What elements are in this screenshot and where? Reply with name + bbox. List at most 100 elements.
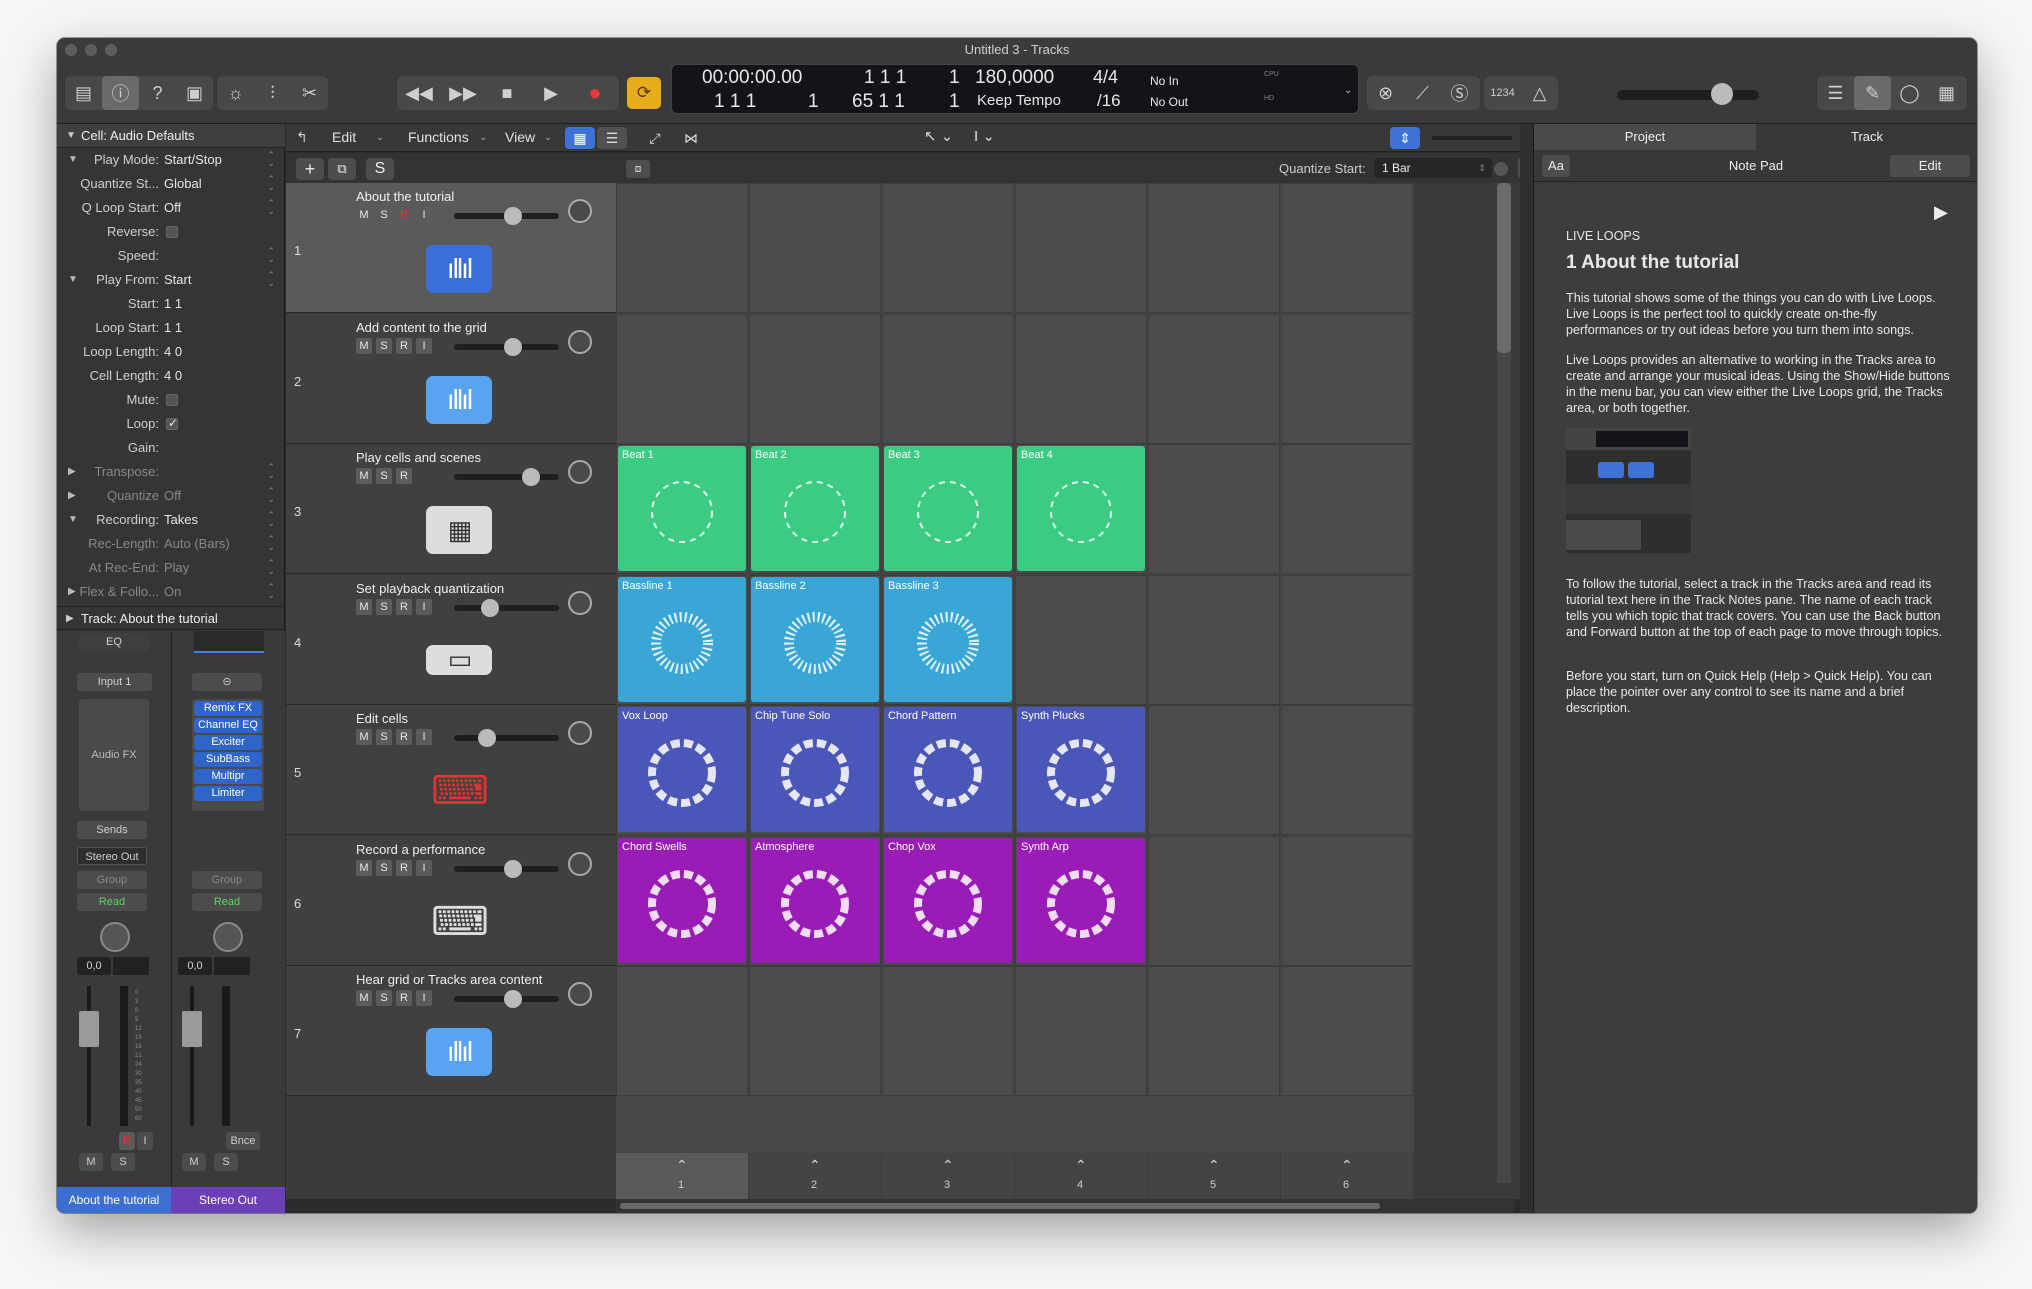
loop-cell[interactable]: Beat 3 xyxy=(884,446,1012,571)
low-latency-icon[interactable]: ⊗ xyxy=(1367,76,1404,110)
track-header[interactable]: 7 Hear grid or Tracks area content M S R Iıll… xyxy=(286,966,616,1096)
param-value[interactable]: 1 1 xyxy=(164,320,182,335)
back-icon[interactable]: ↰ xyxy=(296,129,308,146)
record-button[interactable]: R xyxy=(396,729,412,745)
plugin-slot[interactable]: SubBass xyxy=(194,752,262,767)
param-checkbox[interactable] xyxy=(166,394,178,406)
track-name[interactable]: Hear grid or Tracks area content xyxy=(356,972,542,987)
mute-button[interactable]: M xyxy=(182,1153,206,1171)
bounce-button[interactable]: Bnce xyxy=(226,1132,260,1150)
play-icon[interactable]: ▶ xyxy=(529,76,573,110)
scene-trigger[interactable]: ⌃ 6 xyxy=(1281,1153,1414,1199)
pan-knob[interactable] xyxy=(100,922,130,952)
solo-button[interactable]: S xyxy=(376,729,392,745)
input-monitor-button[interactable]: I xyxy=(416,598,432,615)
grid-slot[interactable] xyxy=(1015,313,1147,444)
mute-button[interactable]: M xyxy=(356,207,372,223)
view-menu[interactable]: View xyxy=(505,129,535,145)
solo-button[interactable]: S xyxy=(111,1153,135,1171)
inspector-row[interactable]: Gain: xyxy=(57,436,285,460)
loop-cell[interactable]: Atmosphere xyxy=(751,837,879,963)
param-value[interactable]: On xyxy=(164,584,181,599)
loop-cell[interactable]: Bassline 1 xyxy=(618,576,746,702)
param-value[interactable]: 4 0 xyxy=(164,344,182,359)
plugin-slot[interactable]: Exciter xyxy=(194,735,262,750)
volume-slider[interactable] xyxy=(454,598,559,617)
grid-slot[interactable] xyxy=(1281,313,1413,444)
forward-icon[interactable]: ▶▶ xyxy=(441,76,485,110)
grid-slot[interactable] xyxy=(1281,966,1413,1096)
grid-slot[interactable] xyxy=(1015,574,1147,705)
plugin-slot[interactable]: Channel EQ xyxy=(194,718,262,733)
grid-slot[interactable] xyxy=(1148,444,1280,574)
param-value[interactable]: Start xyxy=(164,272,191,287)
grid-slot[interactable] xyxy=(1281,444,1413,574)
track-header[interactable]: 4 Set playback quantization M S R I ▭ xyxy=(286,574,616,705)
pan-knob[interactable] xyxy=(568,329,592,354)
input-monitor-button[interactable]: I xyxy=(416,990,432,1006)
inspector-row[interactable]: Cell Length: 4 0 xyxy=(57,364,285,388)
rewind-icon[interactable]: ◀◀ xyxy=(397,76,441,110)
mixer-icon[interactable]: ⫶ xyxy=(254,76,291,110)
mute-button[interactable]: M xyxy=(79,1153,103,1171)
group-slot[interactable]: Group xyxy=(77,871,147,889)
param-value[interactable]: Off xyxy=(164,200,181,215)
duplicate-track-icon[interactable]: ⧉ xyxy=(328,158,356,180)
solo-mode-icon[interactable]: Ⓢ xyxy=(1441,76,1478,110)
input-monitor-button[interactable]: I xyxy=(416,337,432,354)
inspector-row[interactable]: Start: 1 1 xyxy=(57,292,285,316)
record-button[interactable]: R xyxy=(396,207,412,223)
param-value[interactable]: Auto (Bars) xyxy=(164,536,230,551)
automation-icon[interactable]: ⤢ xyxy=(640,127,670,149)
browser-icon[interactable]: ▦ xyxy=(1928,76,1965,110)
inspector-row[interactable]: ▼ Play From: Start ⌃ ⌄ xyxy=(57,268,285,292)
cycle-icon[interactable]: ⟳ xyxy=(627,77,661,109)
loop-cell[interactable]: Bassline 2 xyxy=(751,576,879,702)
library-icon[interactable]: ▤ xyxy=(65,76,102,110)
volume-slider[interactable] xyxy=(454,207,559,225)
editors-icon[interactable]: ✂ xyxy=(291,76,328,110)
automation-mode[interactable]: Read xyxy=(77,893,147,911)
grid-slot[interactable] xyxy=(616,183,748,313)
track-name[interactable]: Play cells and scenes xyxy=(356,450,481,465)
grid-slot[interactable] xyxy=(1281,835,1413,966)
edit-menu[interactable]: Edit xyxy=(332,129,356,145)
pane-divider[interactable] xyxy=(1520,124,1533,1213)
inspector-row[interactable]: ▶ Transpose: ⌃ ⌄ xyxy=(57,460,285,484)
pan-knob[interactable] xyxy=(568,590,592,615)
param-value[interactable]: Start/Stop xyxy=(164,152,222,167)
grid-slot[interactable] xyxy=(1015,966,1147,1096)
inspector-row[interactable]: Loop Length: 4 0 xyxy=(57,340,285,364)
param-value[interactable]: Play xyxy=(164,560,189,575)
mute-button[interactable]: M xyxy=(356,468,372,484)
inspector-icon[interactable]: ⓘ xyxy=(102,76,139,110)
loop-cell[interactable]: Beat 2 xyxy=(751,446,879,571)
input-slot[interactable]: Input 1 xyxy=(77,673,152,691)
param-value[interactable]: Takes xyxy=(164,512,198,527)
group-slot[interactable]: Group xyxy=(192,871,262,889)
grid-slot[interactable] xyxy=(616,966,748,1096)
scene-trigger-icon[interactable]: ⧈ xyxy=(626,160,650,178)
grid-slot[interactable] xyxy=(616,313,748,444)
output-slot[interactable]: Stereo Out xyxy=(77,847,147,865)
grid-slot[interactable] xyxy=(749,313,881,444)
pointer-tool-icon[interactable]: ↖ ⌄ xyxy=(924,127,964,149)
tuner-icon[interactable]: ⟋ xyxy=(1404,76,1441,110)
master-volume-knob[interactable] xyxy=(1711,83,1733,105)
input-monitor-button[interactable]: I xyxy=(416,207,432,223)
horizontal-scroll-thumb[interactable] xyxy=(620,1203,1380,1209)
track-name[interactable]: Record a performance xyxy=(356,842,485,857)
record-button[interactable]: R xyxy=(396,598,412,615)
automation-mode[interactable]: Read xyxy=(192,893,262,911)
record-button[interactable]: R xyxy=(396,859,412,876)
strip-name-output[interactable]: Stereo Out xyxy=(171,1187,285,1213)
volume-slider[interactable] xyxy=(454,337,559,356)
track-header[interactable]: 5 Edit cells M S R I ⌨ xyxy=(286,705,616,835)
loop-cell[interactable]: Chord Swells xyxy=(618,837,746,963)
global-solo-button[interactable]: S xyxy=(366,158,394,180)
inspector-row[interactable]: Q Loop Start: Off ⌃ ⌄ xyxy=(57,196,285,220)
loop-cell[interactable]: Synth Plucks xyxy=(1017,707,1145,832)
text-tool-icon[interactable]: I ⌄ xyxy=(974,127,1014,149)
inspector-row[interactable]: Speed: ⌃ ⌄ xyxy=(57,244,285,268)
tracks-view-icon[interactable]: ☰ xyxy=(597,127,627,149)
